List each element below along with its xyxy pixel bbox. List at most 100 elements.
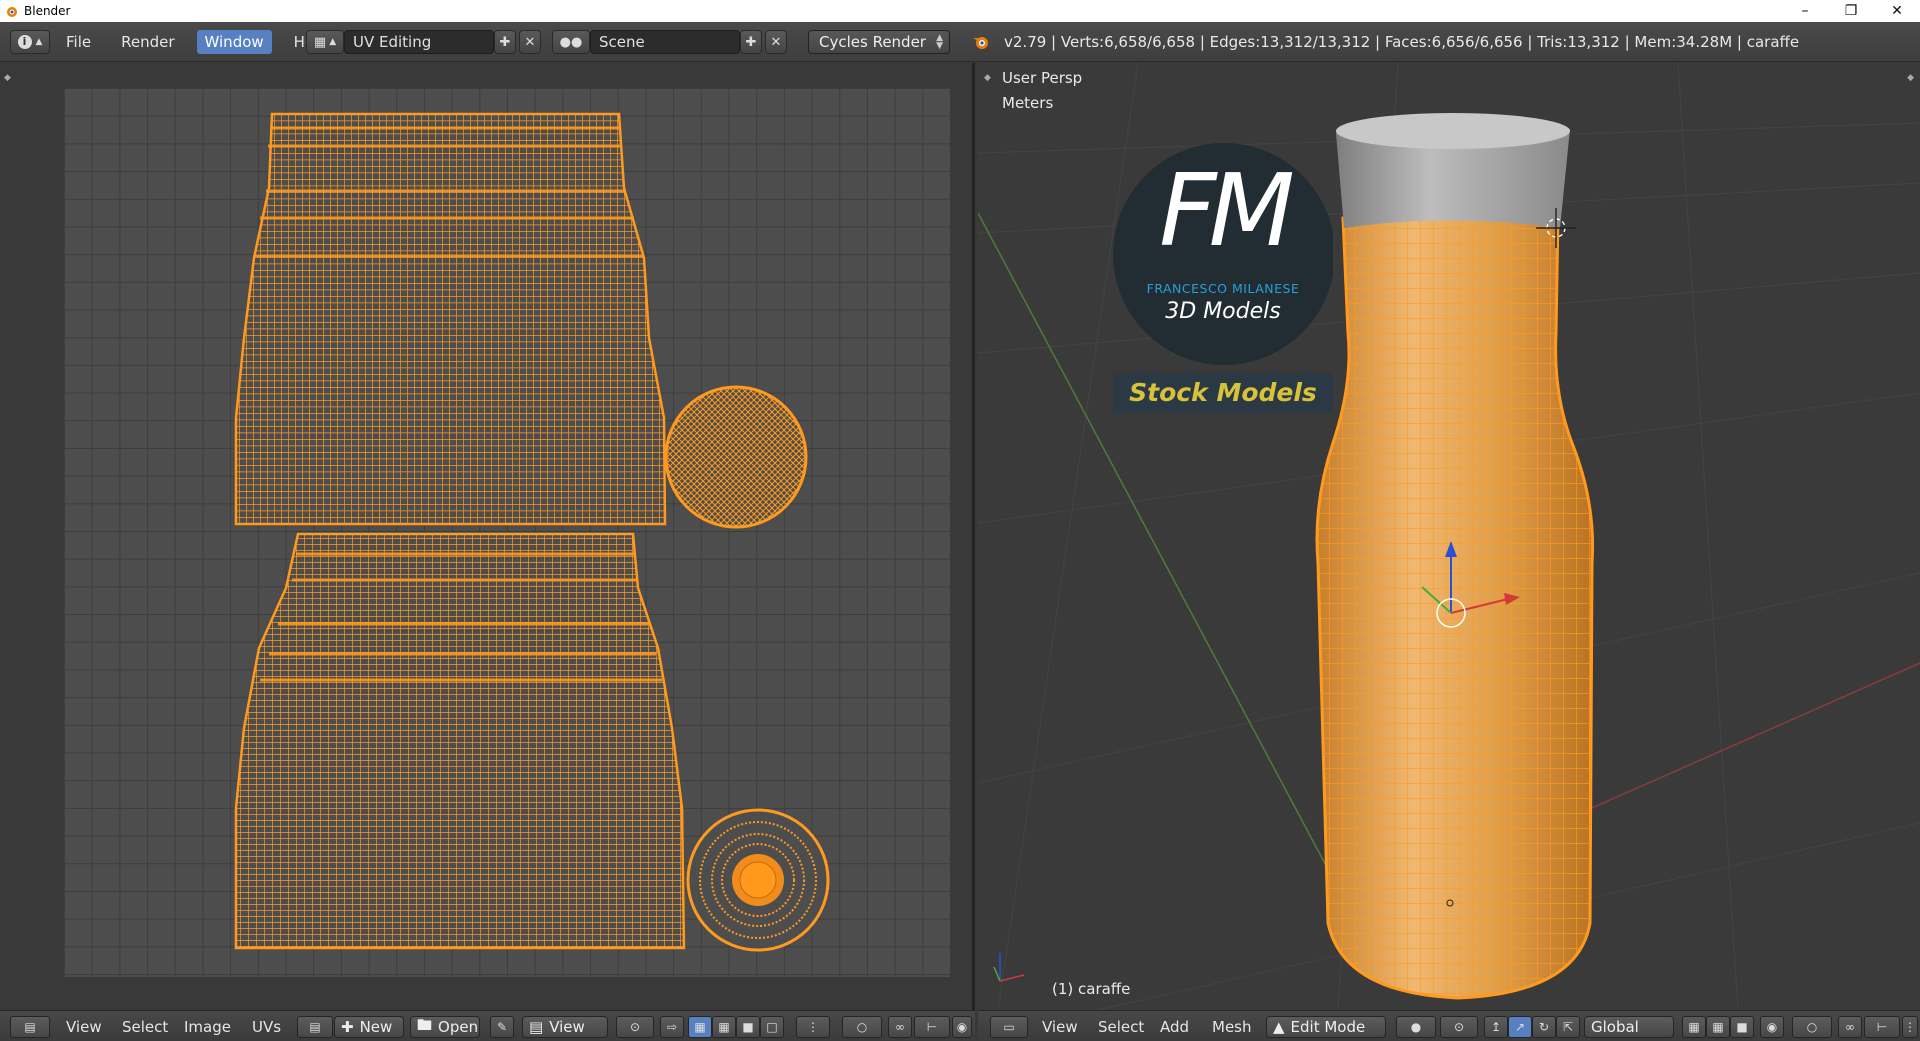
transform-orientation-dropdown[interactable]: Global — [1584, 1016, 1674, 1038]
screen-layout-field[interactable]: UV Editing — [344, 30, 494, 54]
interaction-mode-dropdown[interactable]: ▲ Edit Mode — [1266, 1016, 1386, 1038]
logo-author: FRANCESCO MILANESE — [1146, 281, 1300, 296]
minimize-icon[interactable]: – — [1782, 0, 1828, 22]
logo-initials: FM — [1159, 152, 1295, 269]
menu-select[interactable]: Select — [1098, 1017, 1144, 1037]
menu-uvs[interactable]: UVs — [252, 1017, 281, 1037]
vertex-select-icon[interactable]: ▦ — [1682, 1016, 1706, 1038]
view3d-header: ▭ View Select Add Mesh ▲ Edit Mode ● ⊙ ↥… — [978, 1010, 1920, 1041]
proportional-edit-dropdown[interactable]: ○ — [842, 1016, 882, 1038]
image-icon: ▤ — [309, 1020, 321, 1034]
uv-island-cap — [664, 385, 808, 529]
object-name-label: (1) caraffe — [1052, 980, 1131, 998]
blender-logo-icon — [973, 37, 988, 49]
region-toggle-icon[interactable]: ◆ — [1907, 73, 1914, 83]
restore-icon[interactable]: ❐ — [1828, 0, 1874, 22]
render-engine-label: Cycles Render — [819, 33, 926, 51]
layout-icon: ▦ — [313, 34, 327, 50]
snap-target-dropdown[interactable]: ⊢ — [1864, 1016, 1900, 1038]
menu-view[interactable]: View — [66, 1017, 102, 1037]
uv-islands-canvas — [234, 112, 830, 952]
scene-field[interactable]: Scene — [590, 30, 740, 54]
uv-island-bottom — [686, 808, 830, 952]
uv-island-upper — [234, 112, 667, 526]
image-browse-button[interactable]: ▤ — [297, 1016, 333, 1038]
snap-icon[interactable]: ∞ — [1838, 1016, 1862, 1038]
editor-type-button[interactable]: ▤ — [10, 1016, 50, 1038]
window-title: Blender — [24, 4, 71, 18]
view-name-label: User Persp — [1002, 69, 1083, 87]
menu-window[interactable]: Window — [196, 30, 272, 54]
face-select-icon[interactable]: ■ — [736, 1016, 760, 1038]
screen-layout-name: UV Editing — [353, 33, 432, 51]
info-icon: i — [17, 35, 32, 49]
logo-subtitle: 3D Models — [1165, 299, 1281, 324]
folder-icon: 🖿 — [417, 1015, 433, 1034]
proportional-edit-dropdown[interactable]: ○ — [1792, 1016, 1832, 1038]
sticky-selection-dropdown[interactable]: ⋮ — [796, 1016, 830, 1038]
edge-select-icon[interactable]: ▦ — [1706, 1016, 1730, 1038]
logo-watermark: FM FRANCESCO MILANESE 3D Models Stock Mo… — [1113, 143, 1333, 473]
new-image-button[interactable]: ✚ New — [334, 1016, 404, 1038]
menu-view[interactable]: View — [1042, 1017, 1078, 1037]
view-mode-label: View — [549, 1018, 585, 1036]
pivot-point-dropdown[interactable]: ⊙ — [1440, 1016, 1478, 1038]
image-editor-icon: ▤ — [24, 1020, 36, 1034]
render-engine-dropdown[interactable]: Cycles Render ▲ ▼ — [808, 30, 950, 54]
plus-icon: ✚ — [341, 1018, 354, 1036]
region-toggle-icon[interactable]: ◆ — [4, 73, 11, 83]
scene-name: Scene — [599, 33, 645, 51]
face-select-icon[interactable]: ■ — [1730, 1016, 1754, 1038]
editor-type-button[interactable]: ▭ — [990, 1016, 1028, 1038]
uv-image-editor[interactable]: ◆ — [0, 63, 975, 1010]
logo-banner: Stock Models — [1129, 378, 1317, 407]
viewport-shading-dropdown[interactable]: ● — [1396, 1016, 1436, 1038]
rotate-manipulator-icon[interactable]: ↻ — [1532, 1016, 1556, 1038]
manipulator-toggle-icon[interactable]: ↥ — [1484, 1016, 1508, 1038]
scene-browse-button[interactable]: ●● — [552, 30, 590, 54]
close-icon[interactable]: ✕ — [1874, 0, 1920, 22]
menu-add[interactable]: Add — [1160, 1017, 1189, 1037]
sync-selection-icon[interactable]: ⇨ — [660, 1016, 684, 1038]
scale-manipulator-icon[interactable]: ⇱ — [1556, 1016, 1580, 1038]
menu-select[interactable]: Select — [122, 1017, 168, 1037]
view-icon: ▤ — [529, 1018, 544, 1036]
menu-mesh[interactable]: Mesh — [1212, 1017, 1252, 1037]
add-screen-icon[interactable]: ✚ — [494, 30, 516, 54]
open-image-button[interactable]: 🖿 Open — [410, 1016, 480, 1038]
menu-file[interactable]: File — [58, 30, 99, 54]
editor-type-info-button[interactable]: i ▲ — [10, 30, 50, 54]
screen-layout-browse-button[interactable]: ▦ ▲ — [306, 30, 344, 54]
more-tools-icon[interactable]: ⋮ — [1902, 1016, 1918, 1038]
menu-render[interactable]: Render — [113, 30, 182, 54]
uv-grid[interactable] — [64, 88, 950, 977]
snap-icon[interactable]: ∞ — [888, 1016, 912, 1038]
pin-icon[interactable]: ✎ — [490, 1016, 514, 1038]
units-label: Meters — [1002, 94, 1054, 112]
chevron-updown-icon: ▲ — [35, 37, 43, 47]
menu-image[interactable]: Image — [184, 1017, 231, 1037]
uv-editor-header: ▤ View Select Image UVs ▤ ✚ New 🖿 Open ✎… — [0, 1010, 975, 1041]
pivot-point-dropdown[interactable]: ⊙ — [616, 1016, 654, 1038]
edit-mode-icon: ▲ — [1273, 1018, 1285, 1036]
add-scene-icon[interactable]: ✚ — [740, 30, 762, 54]
scene-statistics: v2.79 | Verts:6,658/6,658 | Edges:13,312… — [1004, 33, 1800, 51]
translate-manipulator-icon[interactable]: ↗ — [1508, 1016, 1532, 1038]
edge-select-icon[interactable]: ▦ — [712, 1016, 736, 1038]
delete-scene-icon[interactable]: ✕ — [765, 30, 787, 54]
info-header: i ▲ File Render Window Help ▦▲ UV Editin… — [0, 22, 1920, 62]
transform-orientation-label: Global — [1591, 1018, 1639, 1036]
view-mode-dropdown[interactable]: ▤ View — [522, 1016, 608, 1038]
3d-viewport[interactable]: FM FRANCESCO MILANESE 3D Models Stock Mo… — [978, 63, 1920, 1010]
island-select-icon[interactable]: □ — [760, 1016, 784, 1038]
region-toggle-icon[interactable]: ◆ — [984, 73, 991, 83]
limit-selection-icon[interactable]: ◉ — [1760, 1016, 1784, 1038]
vertex-select-icon[interactable]: ▦ — [688, 1016, 712, 1038]
uv-display-icon[interactable]: ◉ — [952, 1016, 972, 1038]
cube-icon: ▭ — [1003, 1020, 1015, 1034]
snap-target-dropdown[interactable]: ⊢ — [914, 1016, 950, 1038]
new-image-label: New — [359, 1018, 393, 1036]
delete-screen-icon[interactable]: ✕ — [519, 30, 541, 54]
chevron-updown-icon: ▲ ▼ — [936, 33, 943, 51]
interaction-mode-label: Edit Mode — [1290, 1018, 1366, 1036]
